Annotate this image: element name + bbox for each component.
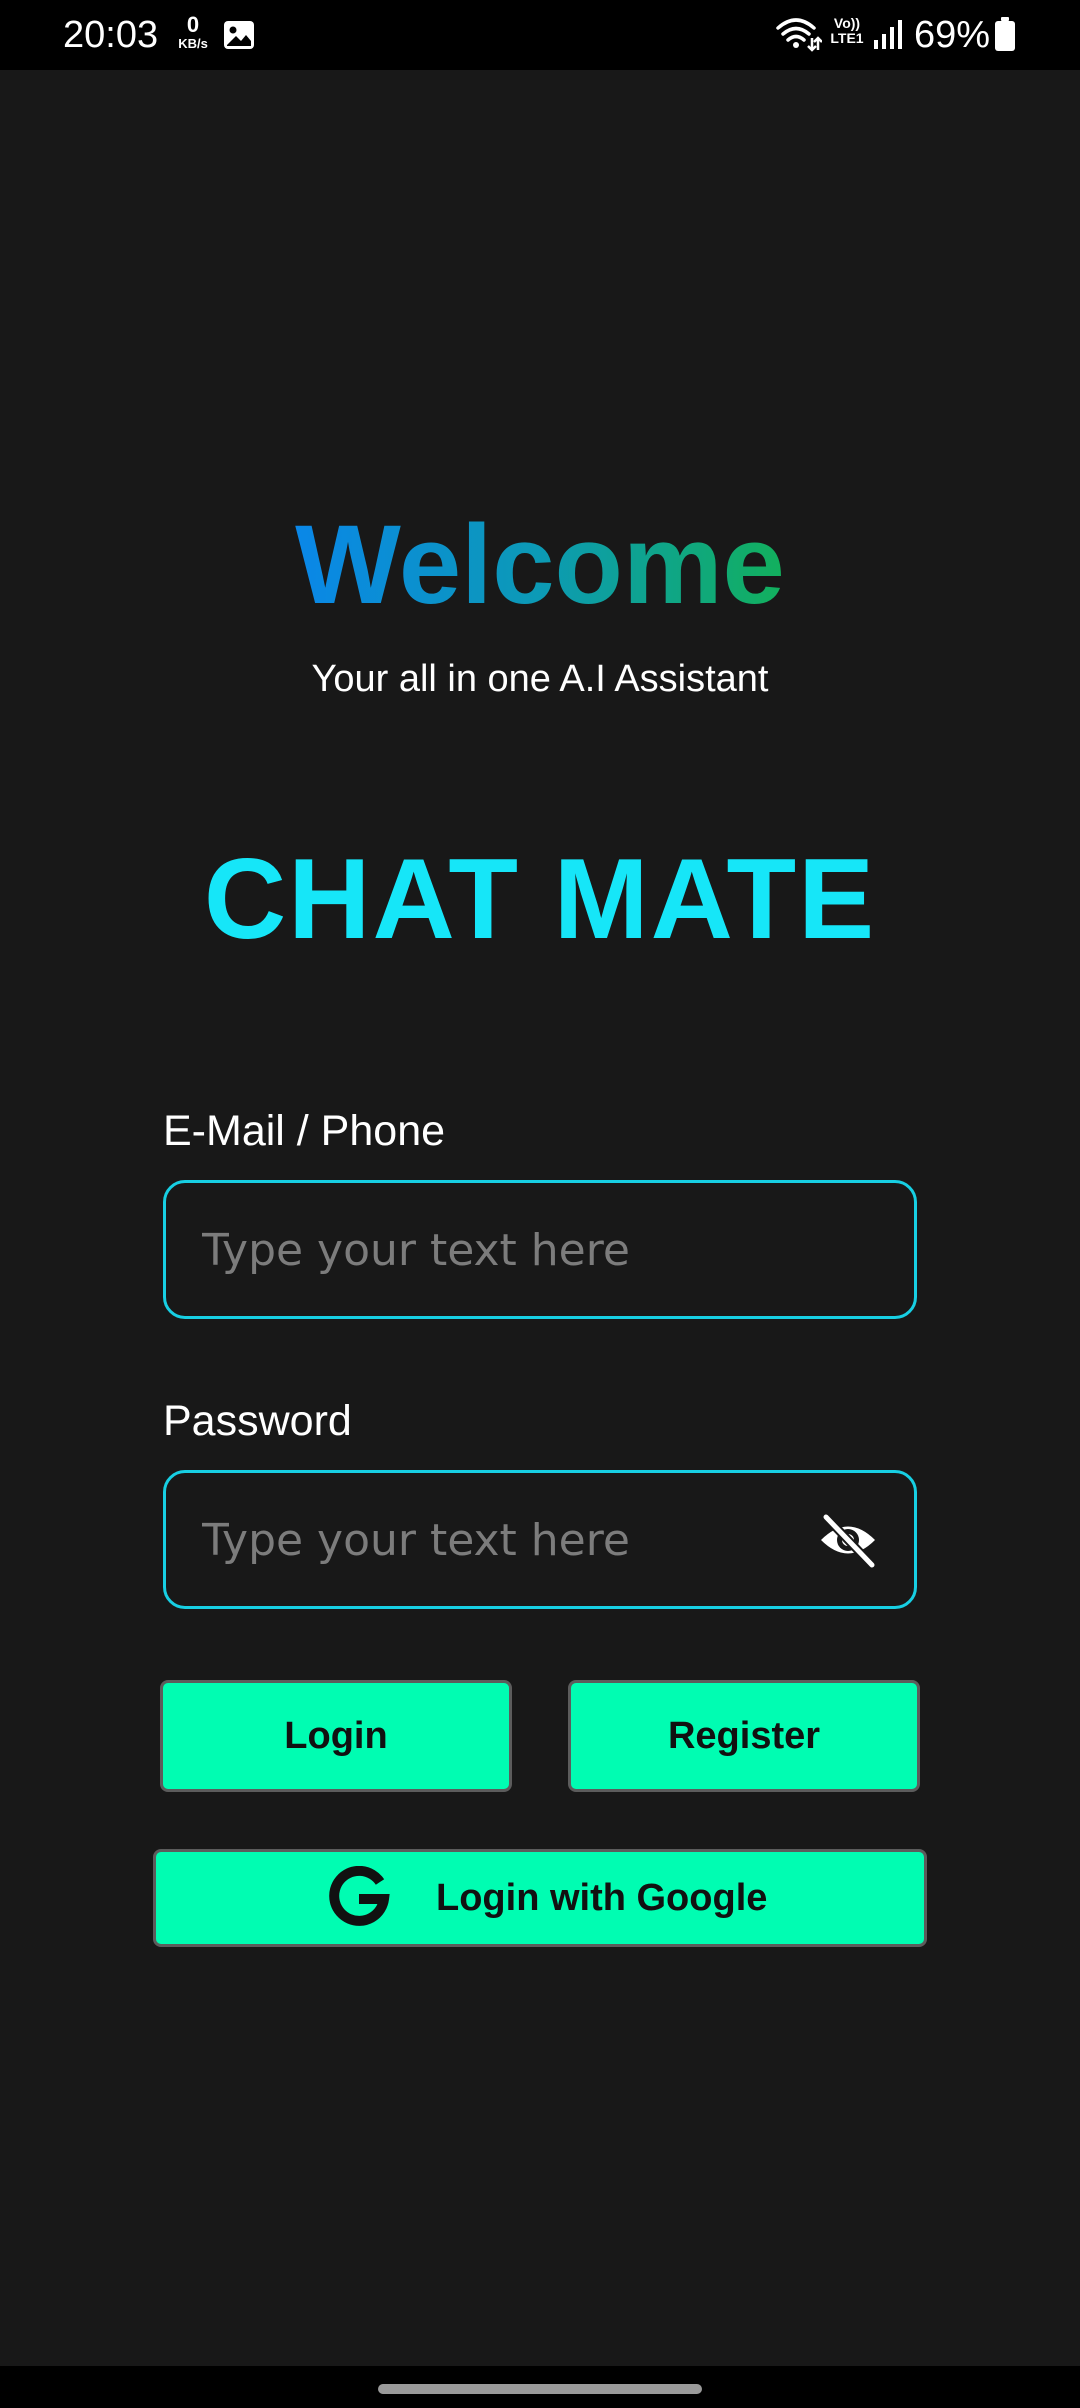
password-field[interactable] bbox=[163, 1470, 917, 1609]
network-speed: 0 KB/s bbox=[170, 12, 216, 51]
google-login-button[interactable]: Login with Google bbox=[153, 1849, 927, 1947]
volte-indicator: Vo)) LTE1 bbox=[824, 16, 870, 45]
network-speed-unit: KB/s bbox=[178, 36, 208, 51]
welcome-subtitle: Your all in one A.I Assistant bbox=[311, 658, 769, 700]
app-brand-title: CHAT MATE bbox=[203, 836, 877, 963]
lte-label: LTE1 bbox=[830, 29, 864, 46]
volte-label: Vo)) bbox=[833, 15, 861, 31]
wifi-icon bbox=[776, 18, 822, 52]
battery-percent: 69% bbox=[914, 14, 991, 56]
navigation-bar bbox=[0, 2366, 1080, 2408]
home-gesture-handle[interactable] bbox=[378, 2384, 702, 2394]
email-input[interactable] bbox=[200, 1183, 844, 1318]
welcome-text: Welcome bbox=[295, 502, 785, 627]
login-button[interactable]: Login bbox=[160, 1680, 512, 1792]
password-label: Password bbox=[163, 1397, 352, 1445]
network-speed-value: 0 bbox=[186, 12, 200, 37]
status-bar: 20:03 0 KB/s Vo)) LTE1 69% bbox=[0, 0, 1080, 70]
password-input[interactable] bbox=[200, 1473, 844, 1608]
welcome-title: Welcome bbox=[0, 500, 1080, 630]
signal-icon bbox=[874, 20, 902, 49]
register-button[interactable]: Register bbox=[568, 1680, 920, 1792]
email-field[interactable] bbox=[163, 1180, 917, 1319]
google-login-label: Login with Google bbox=[436, 1877, 768, 1919]
status-time: 20:03 bbox=[63, 14, 159, 56]
email-label: E-Mail / Phone bbox=[163, 1107, 446, 1155]
battery-icon bbox=[995, 17, 1015, 51]
google-g-icon bbox=[329, 1866, 390, 1926]
login-screen: 20:03 0 KB/s Vo)) LTE1 69% Welcome Your … bbox=[0, 0, 1080, 2408]
gallery-icon bbox=[224, 21, 254, 49]
eye-off-icon[interactable] bbox=[818, 1511, 878, 1569]
